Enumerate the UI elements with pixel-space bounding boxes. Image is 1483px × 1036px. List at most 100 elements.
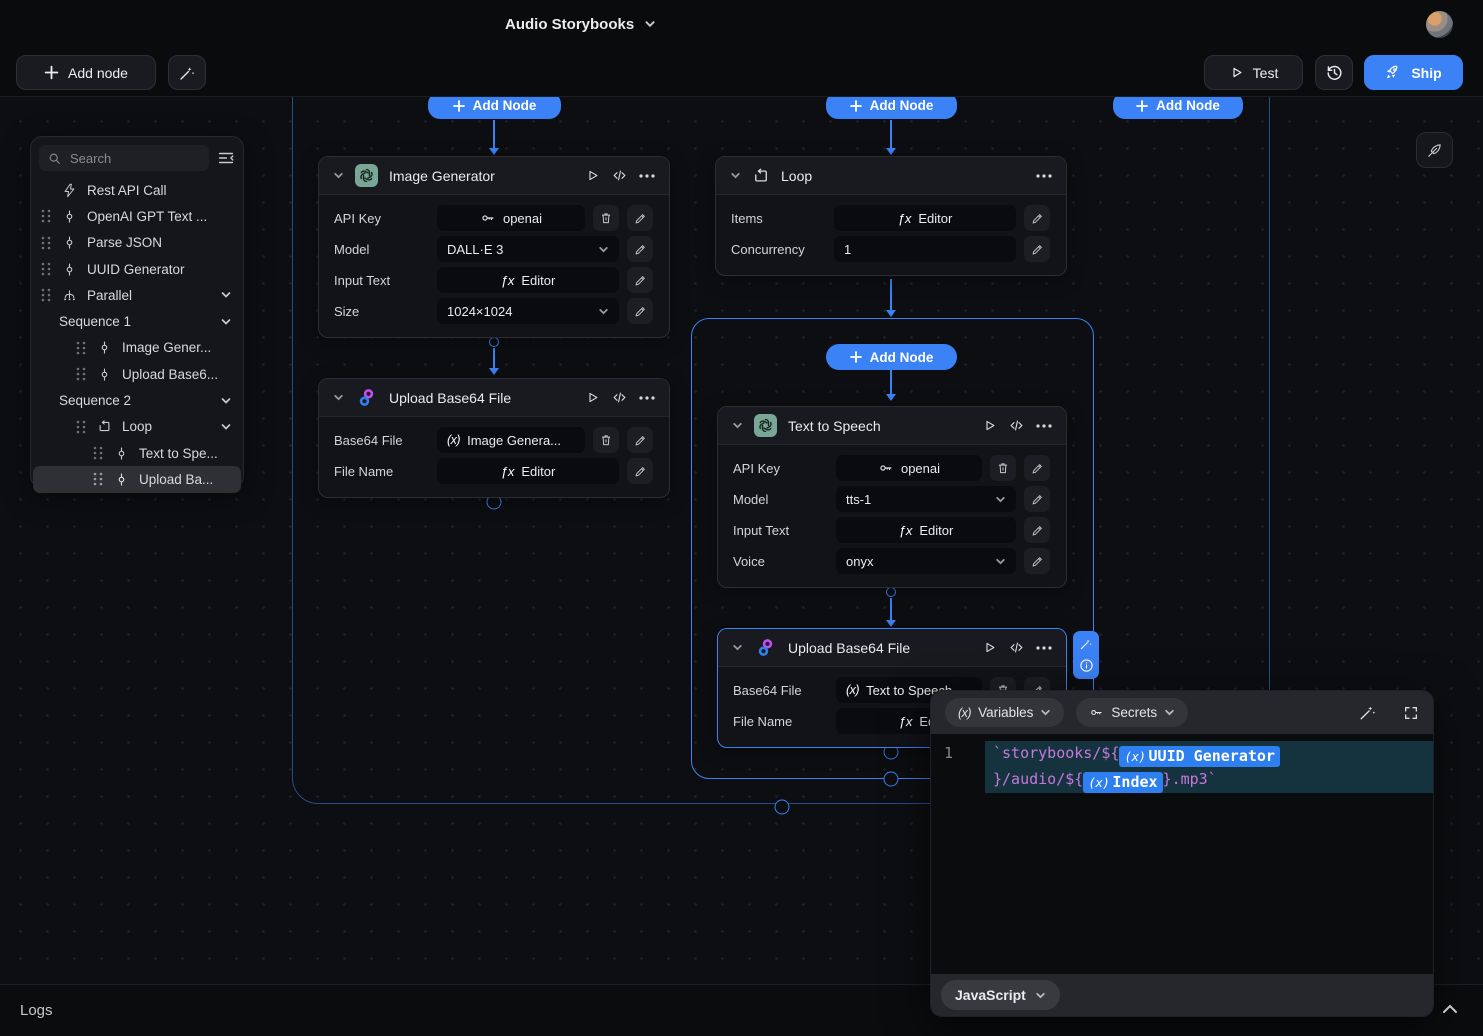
project-switcher[interactable]: Audio Storybooks	[505, 0, 656, 48]
edit-value-button[interactable]	[1024, 486, 1050, 512]
sidebar-item-sequence-2[interactable]: Sequence 2	[31, 387, 243, 413]
node-loop[interactable]: Loop Items ƒx Editor Concurrency 1	[715, 156, 1067, 276]
search-input[interactable]	[39, 145, 209, 171]
ai-wand-button[interactable]	[168, 55, 206, 90]
test-button[interactable]: Test	[1204, 55, 1303, 90]
chevron-down-icon[interactable]	[221, 290, 231, 300]
sidebar-item-sequence-1[interactable]: Sequence 1	[31, 308, 243, 334]
node-quick-actions[interactable]	[1073, 631, 1099, 679]
collapse-panel-icon[interactable]	[217, 149, 235, 167]
drag-handle[interactable]	[40, 262, 52, 276]
code-line[interactable]: }/audio/${(x)Index}.mp3`	[993, 767, 1433, 793]
chevron-down-icon[interactable]	[221, 422, 231, 432]
code-editor[interactable]: 1 `storybooks/${(x)UUID Generator }/audi…	[931, 741, 1433, 793]
sidebar-item-parallel[interactable]: Parallel	[31, 282, 243, 308]
ellipsis-icon[interactable]	[639, 396, 655, 400]
edit-value-button[interactable]	[627, 427, 653, 453]
run-node-icon[interactable]	[585, 390, 600, 405]
code-icon[interactable]	[1008, 418, 1025, 433]
edit-value-button[interactable]	[627, 298, 653, 324]
add-node-toolbar-button[interactable]: Add node	[16, 55, 156, 90]
sidebar-item-image-generator[interactable]: Image Gener...	[31, 335, 243, 361]
wand-icon[interactable]	[1358, 703, 1377, 722]
code-icon[interactable]	[1008, 640, 1025, 655]
run-node-icon[interactable]	[585, 168, 600, 183]
fx-editor-value[interactable]: ƒx Editor	[437, 458, 619, 484]
variables-dropdown[interactable]: (x) Variables	[945, 698, 1064, 727]
secret-value[interactable]: openai	[836, 455, 982, 481]
drag-handle[interactable]	[40, 288, 52, 302]
ellipsis-icon[interactable]	[639, 174, 655, 178]
secret-value[interactable]: openai	[437, 205, 585, 231]
code-icon[interactable]	[611, 168, 628, 183]
drag-handle[interactable]	[40, 236, 52, 250]
chevron-down-icon[interactable]	[732, 642, 743, 653]
select-value[interactable]: 1024×1024	[437, 298, 619, 324]
chevron-down-icon[interactable]	[221, 317, 231, 327]
chevron-down-icon[interactable]	[333, 392, 344, 403]
sidebar-item-uuid-generator[interactable]: UUID Generator	[31, 256, 243, 282]
edit-value-button[interactable]	[627, 236, 653, 262]
secrets-dropdown[interactable]: Secrets	[1076, 698, 1188, 727]
edit-value-button[interactable]	[627, 458, 653, 484]
run-node-icon[interactable]	[982, 640, 997, 655]
drag-handle[interactable]	[75, 420, 87, 434]
code-line[interactable]: `storybooks/${(x)UUID Generator	[993, 741, 1433, 767]
info-icon[interactable]	[1079, 658, 1094, 673]
variable-chip[interactable]: (x)UUID Generator	[1119, 746, 1280, 767]
search-field[interactable]	[68, 150, 168, 167]
select-value[interactable]: tts-1	[836, 486, 1016, 512]
edit-value-button[interactable]	[1024, 455, 1050, 481]
ellipsis-icon[interactable]	[1036, 646, 1052, 650]
edit-value-button[interactable]	[627, 205, 653, 231]
wand-icon[interactable]	[1079, 637, 1093, 651]
node-image-generator[interactable]: Image Generator API Key openai Model DAL…	[318, 156, 670, 338]
connector-port[interactable]	[886, 587, 896, 597]
edit-value-button[interactable]	[1024, 548, 1050, 574]
sidebar-item-rest-api-call[interactable]: Rest API Call	[31, 177, 243, 203]
select-value[interactable]: DALL·E 3	[437, 236, 619, 262]
edit-value-button[interactable]	[1024, 236, 1050, 262]
drag-handle[interactable]	[92, 446, 104, 460]
history-button[interactable]	[1315, 55, 1353, 90]
ellipsis-icon[interactable]	[1036, 174, 1052, 178]
delete-value-button[interactable]	[990, 455, 1016, 481]
fullscreen-icon[interactable]	[1403, 705, 1419, 721]
node-text-to-speech[interactable]: Text to Speech API Key openai Model tts-…	[717, 406, 1067, 588]
edit-value-button[interactable]	[1024, 205, 1050, 231]
drag-handle[interactable]	[40, 209, 52, 223]
chevron-down-icon[interactable]	[221, 396, 231, 406]
sidebar-item-parse-json[interactable]: Parse JSON	[31, 230, 243, 256]
delete-value-button[interactable]	[593, 427, 619, 453]
fx-editor-value[interactable]: ƒx Editor	[834, 205, 1016, 231]
run-node-icon[interactable]	[982, 418, 997, 433]
ship-button[interactable]: Ship	[1364, 55, 1463, 90]
annotate-button[interactable]	[1416, 132, 1453, 168]
connector-port[interactable]	[884, 772, 899, 787]
sidebar-item-loop[interactable]: Loop	[31, 414, 243, 440]
delete-value-button[interactable]	[593, 205, 619, 231]
sidebar-item-openai-gpt-text[interactable]: OpenAI GPT Text ...	[31, 203, 243, 229]
drag-handle[interactable]	[92, 472, 104, 486]
select-value[interactable]: onyx	[836, 548, 1016, 574]
ellipsis-icon[interactable]	[1036, 424, 1052, 428]
fx-editor-value[interactable]: ƒx Editor	[437, 267, 619, 293]
add-node-button[interactable]: Add Node	[826, 344, 957, 370]
avatar[interactable]	[1426, 11, 1453, 38]
variable-chip[interactable]: (x)Index	[1083, 772, 1162, 793]
variable-ref-value[interactable]: (x) Image Genera...	[437, 427, 585, 453]
drag-handle[interactable]	[75, 341, 87, 355]
chevron-up-icon[interactable]	[1438, 997, 1462, 1026]
sidebar-item-upload-base64-2[interactable]: Upload Ba...	[33, 466, 241, 492]
chevron-down-icon[interactable]	[730, 170, 741, 181]
text-value[interactable]: 1	[834, 236, 1016, 262]
chevron-down-icon[interactable]	[333, 170, 344, 181]
chevron-down-icon[interactable]	[732, 420, 743, 431]
code-icon[interactable]	[611, 390, 628, 405]
node-upload-base64-1[interactable]: Upload Base64 File Base64 File (x) Image…	[318, 378, 670, 498]
drag-handle[interactable]	[75, 367, 87, 381]
language-dropdown[interactable]: JavaScript	[941, 980, 1060, 1010]
sidebar-item-text-to-speech[interactable]: Text to Spe...	[31, 440, 243, 466]
sidebar-item-upload-base64-1[interactable]: Upload Base6...	[31, 361, 243, 387]
connector-port[interactable]	[489, 337, 499, 347]
